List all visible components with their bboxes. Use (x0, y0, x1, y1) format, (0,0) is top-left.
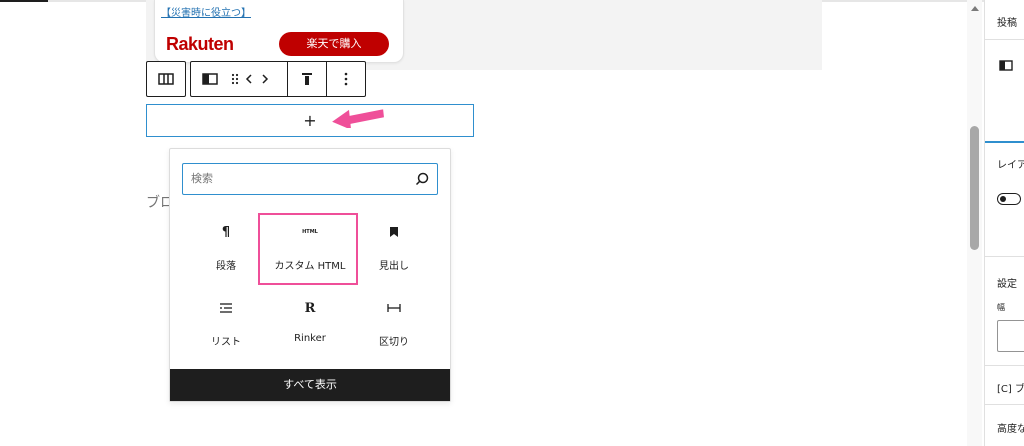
pink-arrow-annotation (332, 109, 384, 128)
custom-panel-label[interactable]: [C] ブ (997, 380, 1024, 395)
highlight-box-annotation (258, 213, 358, 285)
layout-toggle[interactable] (997, 193, 1021, 205)
block-label: 区切り (379, 337, 409, 348)
settings-sidebar: 投稿 レイア 設定 幅 [C] ブ 高度な (984, 0, 1024, 446)
block-label: 段落 (216, 261, 236, 272)
move-left-icon[interactable] (241, 62, 257, 96)
scrollbar-thumb[interactable] (970, 126, 979, 250)
sidebar-divider (985, 39, 1024, 40)
block-toolbar-parent (146, 61, 186, 97)
block-paragraph[interactable]: ¶ 段落 (182, 217, 270, 281)
more-options-icon[interactable] (327, 62, 365, 96)
settings-panel-label[interactable]: 設定 (997, 275, 1017, 290)
rinker-icon: R (304, 300, 316, 316)
list-icon (182, 299, 270, 317)
sidebar-divider (985, 365, 1024, 366)
sidebar-divider (985, 256, 1024, 257)
layout-panel-label[interactable]: レイア (997, 156, 1024, 171)
block-label: 見出し (379, 261, 409, 272)
toggle-knob (1000, 196, 1006, 202)
block-inserter-popover: ¶ 段落 HTML カスタム HTML 見出し リスト R Rinker 区切り… (169, 148, 451, 402)
product-link[interactable]: 【災害時に役立つ】 (161, 4, 251, 19)
block-separator[interactable]: 区切り (350, 293, 438, 357)
columns-icon[interactable] (147, 62, 185, 96)
column-icon[interactable] (191, 62, 229, 96)
search-input[interactable] (191, 164, 401, 193)
move-right-icon[interactable] (257, 62, 273, 96)
sidebar-divider (985, 404, 1024, 405)
rakuten-logo: Rakuten (166, 34, 234, 54)
width-input[interactable] (997, 320, 1024, 352)
product-card: 【災害時に役立つ】 Rakuten 楽天で購入 (154, 0, 404, 63)
top-border-accent (0, 0, 48, 2)
block-label: リスト (211, 337, 241, 348)
add-block-button[interactable]: + (146, 104, 474, 137)
search-field (182, 163, 438, 195)
block-rinker[interactable]: R Rinker (266, 293, 354, 357)
heading-bookmark-icon (350, 223, 438, 241)
sidebar-tab-indicator (985, 141, 1024, 143)
vertical-align-top-icon[interactable] (288, 62, 326, 96)
column-block-icon (999, 56, 1013, 75)
show-all-button[interactable]: すべて表示 (170, 369, 450, 401)
advanced-panel-label[interactable]: 高度な (997, 420, 1024, 435)
buy-on-rakuten-button[interactable]: 楽天で購入 (279, 32, 389, 56)
block-toolbar (190, 61, 366, 97)
block-list[interactable]: リスト (182, 293, 270, 357)
drag-handle-icon[interactable] (229, 62, 241, 96)
search-icon (415, 171, 429, 190)
block-label: Rinker (294, 333, 326, 344)
sidebar-tab-post[interactable]: 投稿 (997, 14, 1017, 29)
paragraph-icon: ¶ (221, 224, 231, 240)
scroll-up-arrow-icon[interactable] (971, 6, 979, 11)
separator-icon (350, 299, 438, 317)
block-heading[interactable]: 見出し (350, 217, 438, 281)
width-label: 幅 (997, 303, 1005, 312)
